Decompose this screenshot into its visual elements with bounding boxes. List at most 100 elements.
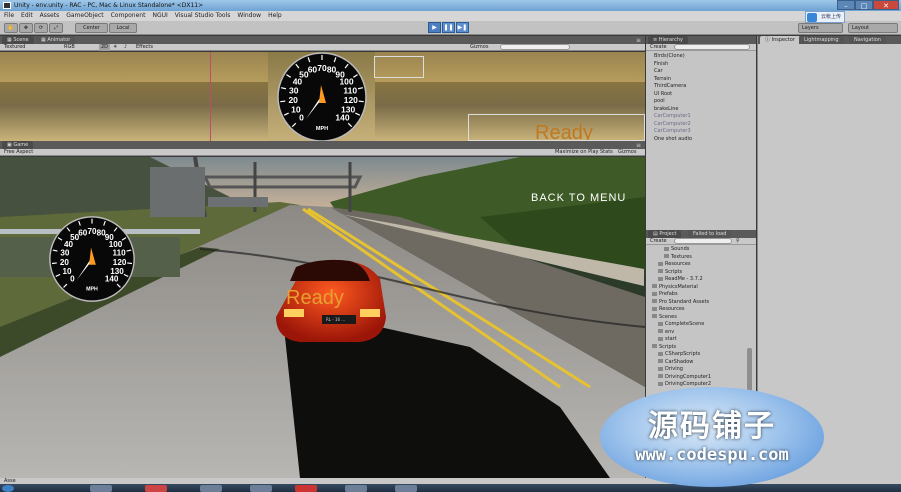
tab-game[interactable]: ▣ Game [2, 141, 34, 149]
project-item-label: DrivingComputer2 [665, 381, 712, 387]
render-mode-dropdown[interactable]: RGB [64, 44, 75, 51]
hierarchy-item[interactable]: brakeLine [654, 106, 679, 113]
tab-hierarchy[interactable]: ≡ Hierarchy [648, 36, 688, 44]
stats-toggle[interactable]: Stats [600, 149, 613, 156]
project-create-button[interactable]: Create [650, 238, 667, 245]
project-item[interactable]: Scripts [658, 269, 682, 276]
hierarchy-item[interactable]: CarComputer2 [654, 121, 691, 128]
move-tool-button[interactable]: ✥ [19, 23, 33, 33]
scene-gizmos-dropdown[interactable]: Gizmos [470, 44, 488, 51]
taskbar-app-7[interactable] [395, 485, 417, 492]
folder-icon [664, 246, 669, 251]
cloud-upload-button[interactable]: 云帐上传 [805, 11, 845, 23]
scene-panel: ▦ Scene ▦ Animator Textured RGB 2D ☀ ♪ E… [0, 36, 645, 142]
menu-component[interactable]: Component [111, 11, 146, 21]
play-button[interactable]: ▶ [428, 22, 441, 33]
pivot-local-button[interactable]: Local [109, 23, 137, 33]
game-viewport[interactable]: BACK TO MENU Ready RL - 16 ... 0 10 20 30 40… [0, 157, 645, 478]
start-button[interactable] [2, 485, 14, 492]
scene-viewport[interactable]: Ready 0 10 20 30 40 50 60 70 80 90 100 110 120 130 140… [0, 52, 645, 142]
scale-tool-button[interactable]: ⤢ [49, 23, 63, 33]
taskbar-app-5[interactable] [295, 485, 317, 492]
audio-toggle-icon[interactable]: ♪ [124, 44, 127, 51]
taskbar-app-4[interactable] [250, 485, 272, 492]
project-item[interactable]: DrivingComputer1 [658, 374, 711, 381]
project-item[interactable]: CSharpScripts [658, 351, 700, 358]
hierarchy-item[interactable]: Terrain [654, 76, 671, 83]
menu-assets[interactable]: Assets [40, 11, 60, 21]
project-item[interactable]: Prefabs [652, 291, 678, 298]
close-button[interactable]: ✕ [873, 0, 899, 10]
project-item[interactable]: PhysicsMaterial [652, 284, 698, 291]
hierarchy-item[interactable]: CarComputer3 [654, 128, 691, 135]
layout-label: Layout [852, 25, 869, 31]
rotate-tool-button[interactable]: ⟳ [34, 23, 48, 33]
taskbar-app-6[interactable] [345, 485, 367, 492]
scene-tab-bar: ▦ Scene ▦ Animator [0, 36, 645, 44]
back-to-menu-button[interactable]: BACK TO MENU [531, 192, 626, 204]
taskbar-app-1[interactable] [90, 485, 112, 492]
tab-project[interactable]: ▤ Project [648, 230, 682, 238]
hierarchy-item[interactable]: One shot audio [654, 136, 692, 143]
project-item[interactable]: Textures [664, 254, 692, 261]
menu-visual-studio-tools[interactable]: Visual Studio Tools [175, 11, 231, 21]
filter-icon[interactable]: ⚲ [736, 238, 740, 245]
scene-search-input[interactable] [500, 44, 570, 50]
hierarchy-item[interactable]: Finish [654, 61, 668, 68]
project-item[interactable]: start [658, 336, 677, 343]
light-toggle-icon[interactable]: ☀ [113, 44, 117, 51]
2d-toggle[interactable]: 2D [99, 44, 111, 51]
aspect-dropdown[interactable]: Free Aspect [4, 149, 33, 156]
hierarchy-item[interactable]: Birds(Clone) [654, 53, 685, 60]
hierarchy-item[interactable]: CarComputer1 [654, 113, 691, 120]
project-item[interactable]: Driving [658, 366, 683, 373]
hierarchy-item[interactable]: ThirdCamera [654, 83, 686, 90]
hierarchy-create-button[interactable]: Create [650, 44, 667, 51]
step-button[interactable]: ▶❚ [456, 22, 469, 33]
pivot-center-button[interactable]: Center [75, 23, 108, 33]
project-item[interactable]: Scenes [652, 314, 677, 321]
project-item[interactable]: Resources [652, 306, 685, 313]
menu-file[interactable]: File [4, 11, 14, 21]
game-gizmos-dropdown[interactable]: Gizmos [618, 149, 636, 156]
project-item[interactable]: CarShadow [658, 359, 693, 366]
shading-dropdown[interactable]: Textured [4, 44, 25, 51]
hierarchy-search-input[interactable] [674, 44, 750, 50]
project-item[interactable]: CompleteScene [658, 321, 704, 328]
layout-dropdown[interactable]: Layout [848, 23, 898, 33]
menu-gameobject[interactable]: GameObject [66, 11, 103, 21]
pause-button[interactable]: ❚❚ [442, 22, 455, 33]
taskbar-app-2[interactable] [145, 485, 167, 492]
maximize-button[interactable]: □ [855, 0, 873, 10]
menu-ngui[interactable]: NGUI [152, 11, 167, 21]
project-search-input[interactable] [674, 238, 732, 244]
menu-window[interactable]: Window [237, 11, 261, 21]
tab-navigation[interactable]: Navigation [849, 36, 886, 44]
tab-inspector[interactable]: ⓘ Inspector [760, 36, 800, 44]
speedometer-tick-label: 110 [113, 249, 127, 258]
project-item[interactable]: env [658, 329, 674, 336]
tab-animator[interactable]: ▦ Animator [36, 36, 76, 44]
scene-panel-menu-icon[interactable]: ≡ [636, 37, 641, 44]
project-item[interactable]: Resources [658, 261, 691, 268]
tab-lightmapping[interactable]: Lightmapping [799, 36, 844, 44]
menu-edit[interactable]: Edit [21, 11, 33, 21]
tab-scene[interactable]: ▦ Scene [2, 36, 34, 44]
project-item[interactable]: Pro Standard Assets [652, 299, 709, 306]
minimize-button[interactable]: – [837, 0, 855, 10]
project-item[interactable]: Sounds [664, 246, 689, 253]
hierarchy-item[interactable]: pool [654, 98, 665, 105]
project-item[interactable]: ReadMe - 3.7.2 [658, 276, 703, 283]
game-panel-menu-icon[interactable]: ≡ [636, 142, 641, 149]
hand-tool-button[interactable]: ✋ [4, 23, 18, 33]
taskbar-app-3[interactable] [200, 485, 222, 492]
layers-dropdown[interactable]: Layers [798, 23, 843, 33]
tab-failed-to-load[interactable]: Failed to load [688, 230, 732, 238]
folder-icon [658, 351, 663, 356]
project-item[interactable]: Scripts [652, 344, 676, 351]
maximize-on-play-toggle[interactable]: Maximize on Play [555, 149, 599, 156]
menu-help[interactable]: Help [268, 11, 282, 21]
effects-dropdown[interactable]: Effects [136, 44, 153, 51]
hierarchy-item[interactable]: Car [654, 68, 663, 75]
hierarchy-item[interactable]: UI Root [654, 91, 672, 98]
